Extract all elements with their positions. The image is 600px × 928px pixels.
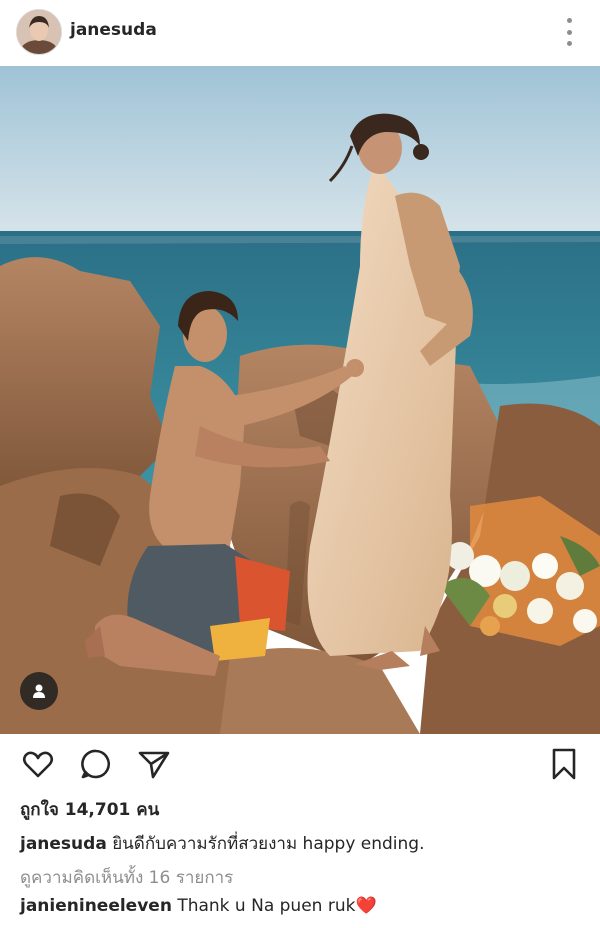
more-vertical-icon[interactable] [562,18,576,46]
post-photo[interactable] [0,66,600,734]
avatar-image [17,10,61,54]
post-username[interactable]: janesuda [70,20,157,40]
post-header: janesuda [0,0,600,66]
avatar[interactable] [16,9,62,55]
caption-text: ยินดีกับความรักที่สวยงาม happy ending. [112,834,425,854]
paper-plane-icon[interactable] [136,746,172,782]
comment-row: janienineeleven Thank u Na puen ruk❤️ [20,896,377,916]
comment-bubble-icon[interactable] [78,746,114,782]
bookmark-icon[interactable] [546,746,582,782]
caption-username[interactable]: janesuda [20,834,107,854]
comment-text: Thank u Na puen ruk [177,896,356,916]
likes-count[interactable]: ถูกใจ 14,701 คน [20,796,159,823]
heart-icon[interactable] [20,746,56,782]
user-tag-icon[interactable] [20,672,58,710]
heart-emoji: ❤️ [355,896,377,916]
post-caption: janesuda ยินดีกับความรักที่สวยงาม happy … [20,830,425,857]
view-all-comments-link[interactable]: ดูความคิดเห็นทั้ง 16 รายการ [20,864,233,891]
post-actions [0,742,600,786]
comment-username[interactable]: janienineeleven [20,896,172,916]
